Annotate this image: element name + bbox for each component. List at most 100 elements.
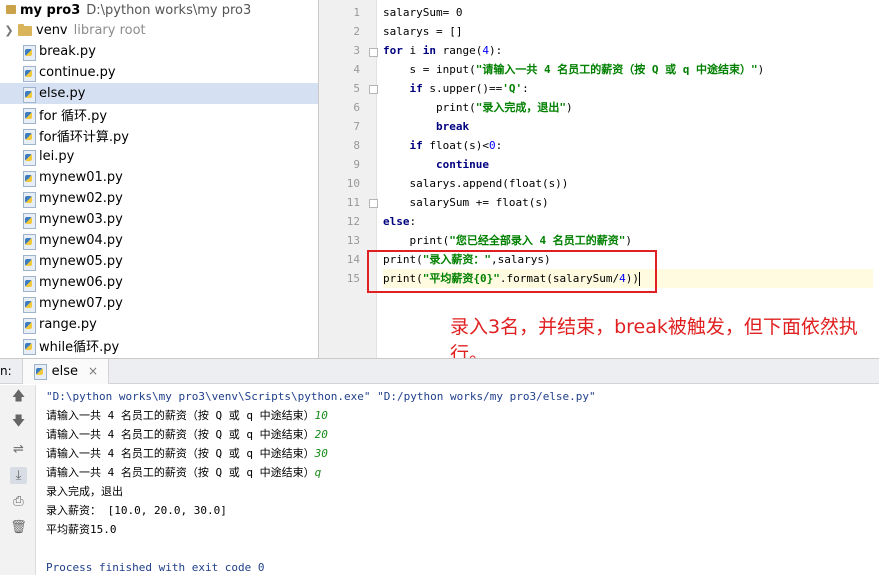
fold-marker[interactable] — [369, 199, 378, 208]
python-file-icon — [22, 275, 36, 292]
line-number: 5 — [353, 82, 360, 95]
python-file-icon — [22, 191, 36, 208]
fold-marker[interactable] — [369, 48, 378, 57]
code-line[interactable]: salarySum= 0 — [383, 3, 873, 22]
tree-item-file[interactable]: continue.py — [0, 62, 318, 83]
line-number: 9 — [353, 158, 360, 171]
folder-icon — [4, 3, 18, 17]
tree-item-file[interactable]: break.py — [0, 41, 318, 62]
fold-marker[interactable] — [369, 85, 378, 94]
print-icon[interactable]: ⎙ — [10, 493, 27, 510]
file-label: for循环计算.py — [39, 130, 129, 145]
tree-item-file[interactable]: for循环计算.py — [0, 125, 318, 146]
python-file-icon — [22, 338, 36, 355]
project-name: my pro3 — [20, 2, 81, 18]
venv-label: venv — [36, 23, 68, 38]
scroll-to-end-icon[interactable]: ⤓ — [10, 467, 27, 484]
console-line: 录入完成，退出 — [46, 485, 123, 498]
tree-item-file[interactable]: mynew02.py — [0, 188, 318, 209]
console-line: "D:\python works\my pro3\venv\Scripts\py… — [46, 390, 596, 403]
arrow-down-icon[interactable]: 🡇 — [10, 414, 27, 431]
tree-item-venv[interactable]: ❯ venv library root — [0, 20, 318, 41]
tree-item-file[interactable]: else.py — [0, 83, 318, 104]
line-number: 14 — [346, 253, 360, 266]
line-number: 2 — [353, 25, 360, 38]
line-number: 11 — [346, 196, 360, 209]
code-line[interactable]: s = input("请输入一共 4 名员工的薪资（按 Q 或 q 中途结束）"… — [383, 60, 873, 79]
console-line: 录入薪资： [10.0, 20.0, 30.0] — [46, 504, 227, 517]
line-number: 15 — [346, 272, 360, 285]
tree-item-file[interactable]: while循环.py — [0, 335, 318, 356]
line-number: 10 — [346, 177, 360, 190]
python-file-icon — [22, 212, 36, 229]
python-file-icon — [33, 363, 47, 380]
code-line[interactable]: salarySum += float(s) — [383, 193, 873, 212]
code-line[interactable]: if s.upper()=='Q': — [383, 79, 873, 98]
console-line: 请输入一共 4 名员工的薪资（按 Q 或 q 中途结束）30 — [46, 447, 328, 460]
line-number: 8 — [353, 139, 360, 152]
python-file-icon — [22, 317, 36, 334]
python-file-icon — [22, 296, 36, 313]
file-label: while循环.py — [39, 340, 120, 355]
run-tab-label: else — [51, 363, 79, 379]
line-number: 4 — [353, 63, 360, 76]
arrow-up-icon[interactable]: 🡅 — [10, 389, 27, 406]
tree-item-file[interactable]: mynew07.py — [0, 293, 318, 314]
trash-icon[interactable]: 🗑 — [10, 519, 27, 536]
tree-item-file[interactable]: mynew06.py — [0, 272, 318, 293]
python-file-icon — [22, 128, 36, 145]
file-label: mynew05.py — [39, 254, 123, 269]
tree-item-file[interactable]: range.py — [0, 314, 318, 335]
file-label: else.py — [39, 86, 86, 101]
code-line[interactable]: break — [383, 117, 873, 136]
console-line: Process finished with exit code 0 — [46, 561, 265, 574]
code-line[interactable]: else: — [383, 212, 873, 231]
console-line: 平均薪资15.0 — [46, 523, 117, 536]
editor-gutter: 1 2 3 4 5 6 7 8 9 10 11 12 13 14 15 — [319, 0, 378, 358]
line-number: 13 — [346, 234, 360, 247]
console-line: 请输入一共 4 名员工的薪资（按 Q 或 q 中途结束）20 — [46, 428, 328, 441]
code-line[interactable]: salarys = [] — [383, 22, 873, 41]
run-tab-else[interactable]: else × — [21, 358, 110, 384]
console-line: 请输入一共 4 名员工的薪资（按 Q 或 q 中途结束）q — [46, 466, 322, 479]
python-file-icon — [22, 170, 36, 187]
close-icon[interactable]: × — [88, 364, 98, 378]
file-label: mynew06.py — [39, 275, 123, 290]
console-output[interactable]: "D:\python works\my pro3\venv\Scripts\py… — [46, 387, 876, 575]
file-label: mynew01.py — [39, 170, 123, 185]
code-line[interactable]: print("您已经全部录入 4 名员工的薪资") — [383, 231, 873, 250]
file-label: mynew03.py — [39, 212, 123, 227]
code-line[interactable]: continue — [383, 155, 873, 174]
code-editor[interactable]: 1 2 3 4 5 6 7 8 9 10 11 12 13 14 15 salarySum= 0 salar… — [319, 0, 879, 365]
line-number: 7 — [353, 120, 360, 133]
highlight-box — [367, 250, 657, 293]
tree-item-file[interactable]: lei.py — [0, 146, 318, 167]
soft-wrap-icon[interactable]: ⇌ — [10, 441, 27, 458]
python-file-icon — [22, 44, 36, 61]
tree-item-file[interactable]: mynew05.py — [0, 251, 318, 272]
python-file-icon — [22, 149, 36, 166]
tree-item-file[interactable]: mynew03.py — [0, 209, 318, 230]
file-label: range.py — [39, 317, 97, 332]
tree-item-file[interactable]: for 循环.py — [0, 104, 318, 125]
code-line[interactable]: print("录入完成，退出") — [383, 98, 873, 117]
code-line[interactable]: for i in range(4): — [383, 41, 873, 60]
file-label: mynew02.py — [39, 191, 123, 206]
code-line[interactable]: salarys.append(float(s)) — [383, 174, 873, 193]
python-file-icon — [22, 86, 36, 103]
python-file-icon — [22, 233, 36, 250]
chevron-right-icon[interactable]: ❯ — [0, 24, 18, 37]
python-file-icon — [22, 65, 36, 82]
folder-icon — [18, 24, 33, 37]
file-label: for 循环.py — [39, 109, 108, 124]
code-area[interactable]: salarySum= 0 salarys = [] for i in range… — [383, 3, 873, 288]
code-line[interactable]: if float(s)<0: — [383, 136, 873, 155]
venv-note: library root — [73, 23, 146, 38]
project-root[interactable]: my pro3 D:\python works\my pro3 — [0, 0, 318, 20]
tree-item-file[interactable]: mynew04.py — [0, 230, 318, 251]
tree-item-file[interactable]: mynew01.py — [0, 167, 318, 188]
line-number: 3 — [353, 44, 360, 57]
file-label: break.py — [39, 44, 96, 59]
python-file-icon — [22, 107, 36, 124]
